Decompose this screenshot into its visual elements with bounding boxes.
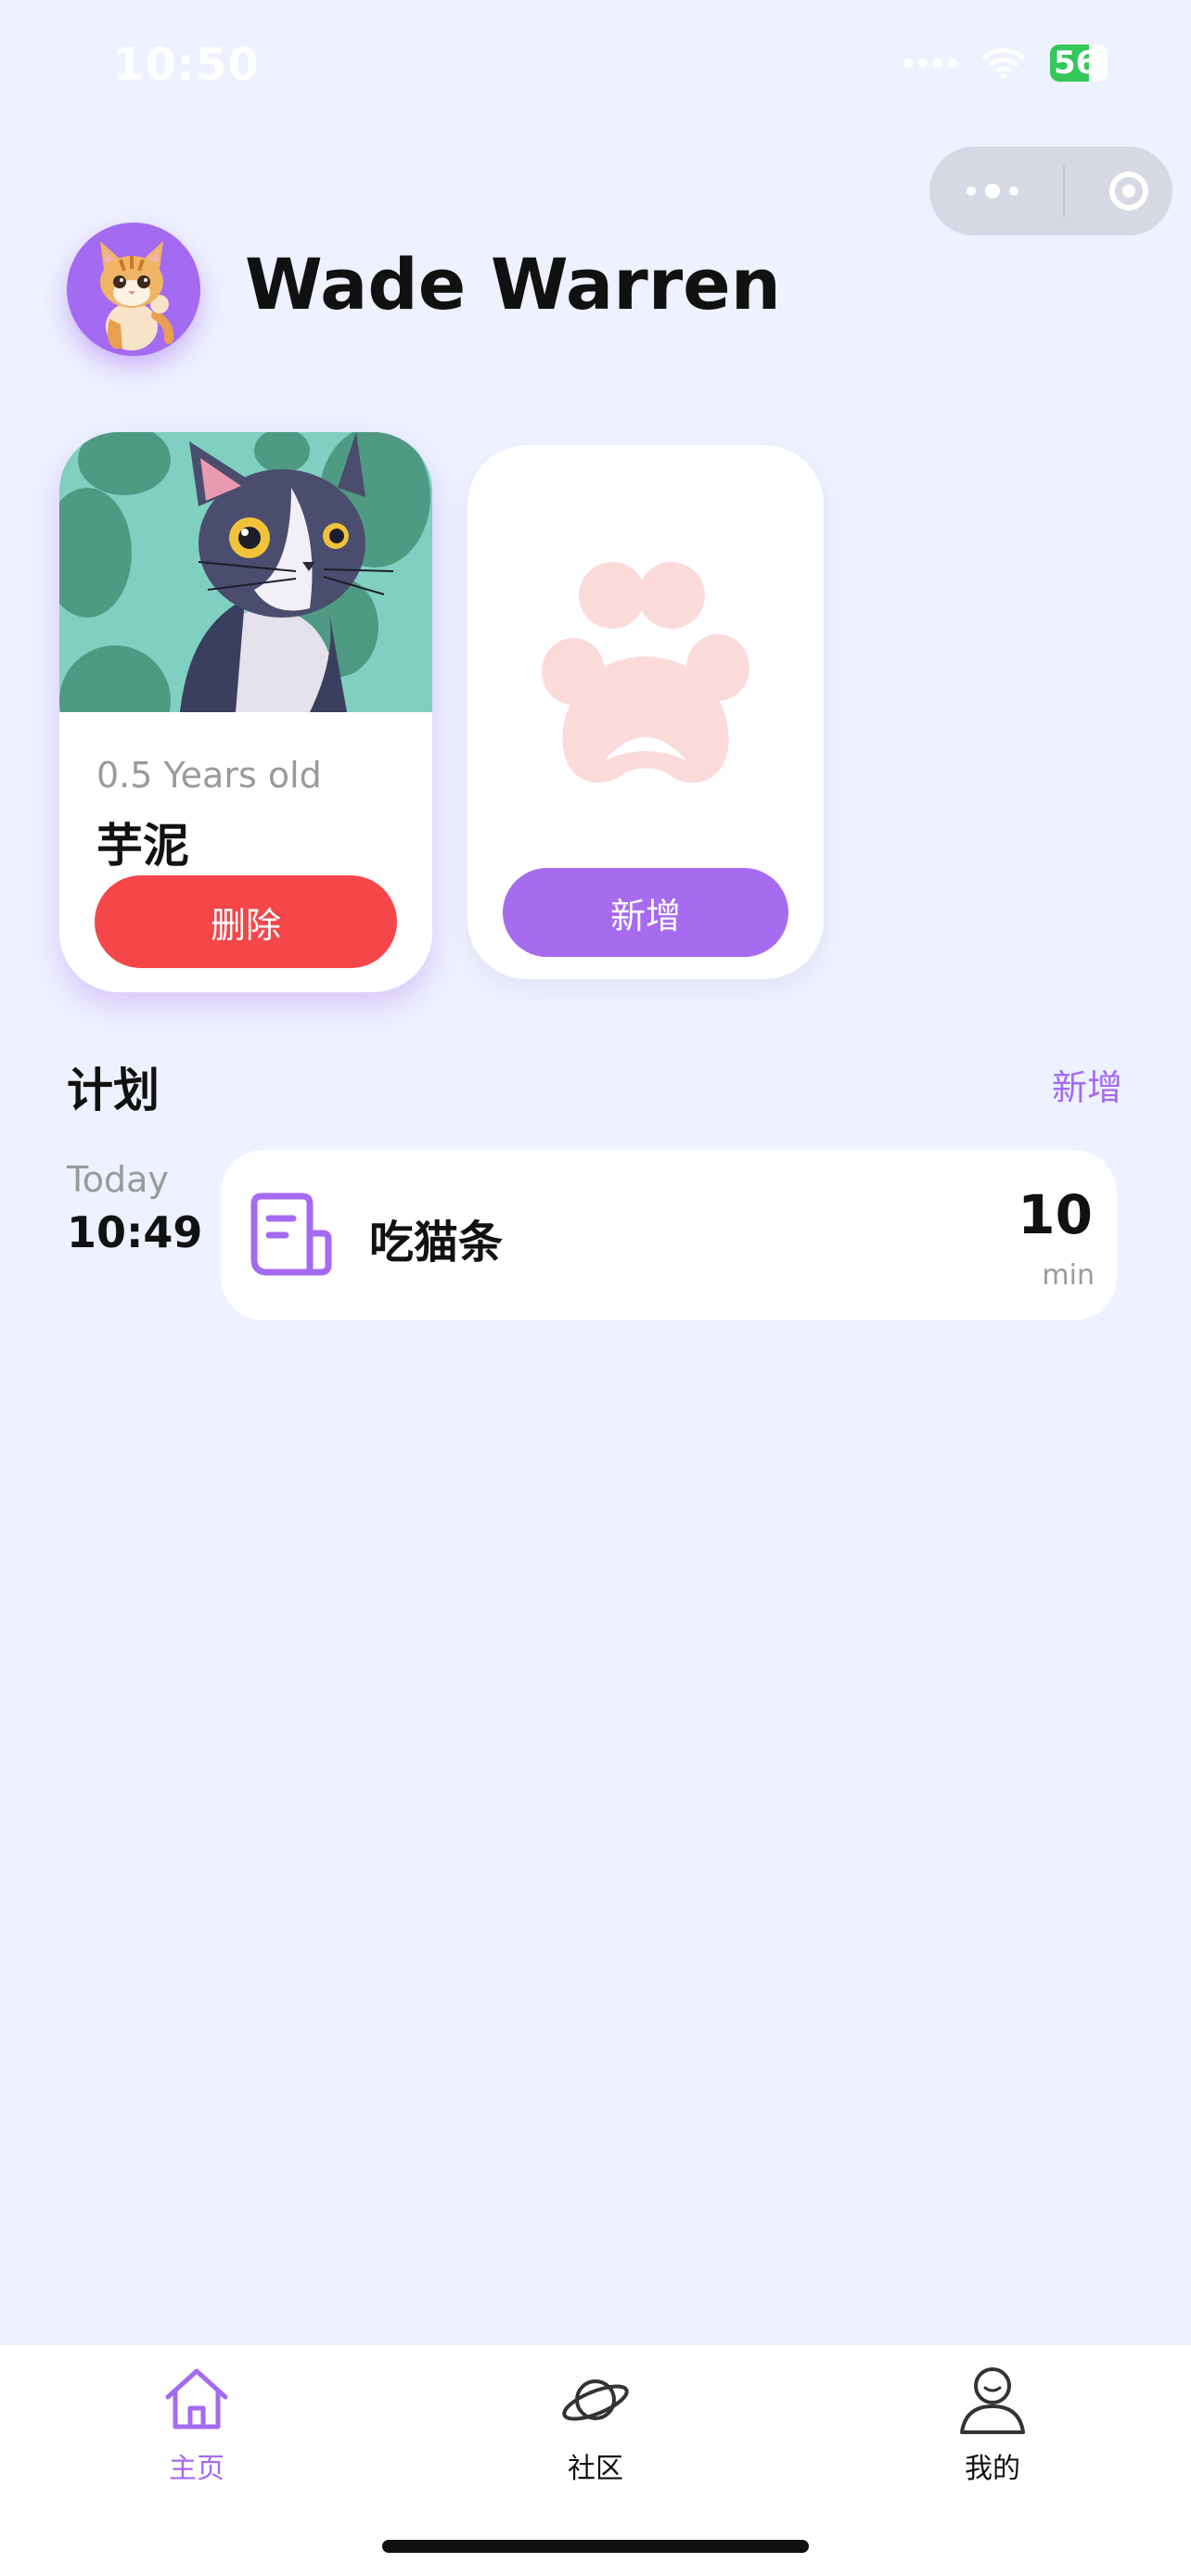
- plan-item-card[interactable]: 吃猫条 10 min: [221, 1150, 1117, 1320]
- battery-icon: 56: [1050, 45, 1108, 82]
- kitten-avatar-icon: [100, 241, 174, 351]
- cat-illustration-icon: [59, 432, 432, 712]
- avatar[interactable]: [67, 223, 200, 356]
- pet-name: 芋泥: [96, 819, 189, 873]
- plan-task-name: 吃猫条: [369, 1217, 504, 1269]
- delete-pet-button[interactable]: 删除: [95, 875, 397, 968]
- tab-home[interactable]: 主页: [104, 2364, 289, 2503]
- add-pet-card[interactable]: 新增: [467, 445, 824, 979]
- status-icons: 56: [903, 45, 1108, 82]
- tab-community-label: 社区: [568, 2453, 623, 2485]
- paw-icon: [542, 562, 749, 784]
- app-screen: 10:50 56 Wade Warren 0.5 Years old 芋泥 删除…: [0, 0, 1191, 2576]
- plan-time: 10:49: [67, 1207, 203, 1257]
- plan-duration: 10: [1018, 1183, 1093, 1246]
- status-time: 10:50: [113, 39, 260, 91]
- wifi-icon: [982, 47, 1025, 79]
- add-pet-button[interactable]: 新增: [503, 868, 788, 957]
- document-icon: [250, 1192, 332, 1276]
- pet-age: 0.5 Years old: [96, 755, 322, 796]
- home-icon: [165, 2368, 228, 2429]
- add-plan-link[interactable]: 新增: [1052, 1059, 1122, 1110]
- tab-home-label: 主页: [169, 2453, 224, 2485]
- pet-card[interactable]: 0.5 Years old 芋泥 删除: [59, 432, 432, 992]
- cellular-signal-icon: [903, 58, 957, 68]
- tab-community[interactable]: 社区: [503, 2364, 688, 2503]
- more-options-icon[interactable]: [967, 184, 1018, 198]
- capsule-divider: [1063, 165, 1065, 217]
- planet-icon: [562, 2379, 629, 2421]
- plan-section-title: 计划: [67, 1064, 160, 1117]
- close-miniprogram-icon[interactable]: [1109, 172, 1148, 210]
- miniprogram-capsule: [929, 147, 1172, 236]
- tab-mine-label: 我的: [965, 2453, 1020, 2485]
- tab-mine[interactable]: 我的: [900, 2364, 1085, 2503]
- plan-duration-unit: min: [1042, 1259, 1095, 1292]
- bottom-tab-bar: 主页 社区 我的: [0, 2344, 1191, 2576]
- profile-icon: [960, 2367, 1025, 2434]
- plan-day: Today: [67, 1159, 169, 1200]
- username: Wade Warren: [245, 243, 781, 325]
- pet-photo: [59, 432, 432, 712]
- home-indicator: [382, 2540, 809, 2553]
